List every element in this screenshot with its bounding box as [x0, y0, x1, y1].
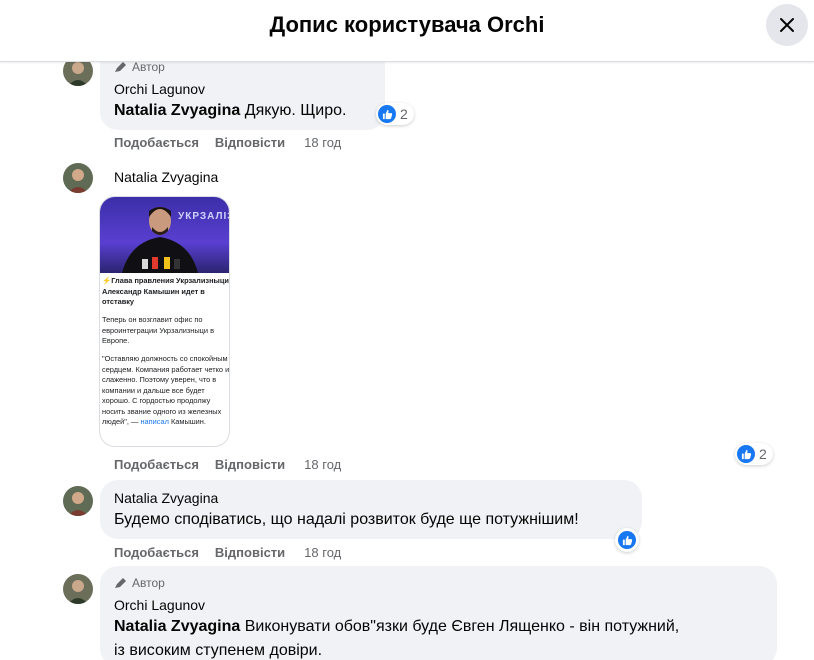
image-quote-end: Камышин.	[168, 417, 206, 426]
comment-body-line1: Виконувати обов"язки буде Євген Лященко …	[240, 618, 680, 635]
image-link: написал	[140, 417, 169, 426]
image-quote: "Оставляю должность со спокойным сердцем…	[102, 354, 230, 426]
comments-feed[interactable]: Автор Orchi Lagunov Natalia Zvyagina Дяк…	[0, 62, 814, 660]
comment-actions: Подобається Відповісти 18 год	[114, 457, 341, 472]
close-button[interactable]	[766, 4, 808, 46]
photo: УКРЗАЛІЗНИЦ	[100, 197, 229, 273]
comment-body: Дякую. Щиро.	[240, 102, 347, 119]
avatar[interactable]	[63, 62, 93, 86]
author-badge-label: Автор	[132, 62, 165, 74]
reaction-icon[interactable]	[615, 528, 639, 552]
comment-text: Будемо сподіватись, що надалі розвиток б…	[114, 511, 579, 528]
comment-author-name[interactable]: Orchi Lagunov	[114, 597, 205, 613]
thumbs-up-icon	[618, 531, 636, 549]
comment-text: Natalia Zvyagina Дякую. Щиро.	[114, 99, 346, 123]
like-button[interactable]: Подобається	[114, 135, 199, 150]
like-button[interactable]: Подобається	[114, 457, 199, 472]
author-badge: Автор	[114, 62, 165, 74]
comment-author-name[interactable]: Natalia Zvyagina	[114, 490, 218, 506]
avatar[interactable]	[63, 486, 93, 516]
author-badge: Автор	[114, 576, 165, 590]
mention-link[interactable]: Natalia Zvyagina	[114, 618, 240, 635]
speaker-figure	[122, 207, 198, 273]
like-button[interactable]: Подобається	[114, 545, 199, 560]
thumbs-up-icon	[737, 445, 755, 463]
avatar[interactable]	[63, 163, 93, 193]
comment-timestamp[interactable]: 18 год	[304, 457, 341, 472]
reply-button[interactable]: Відповісти	[215, 545, 285, 560]
reaction-count[interactable]: 2	[376, 103, 414, 125]
reaction-count[interactable]: 2	[735, 443, 773, 465]
mention-link[interactable]: Natalia Zvyagina	[114, 102, 240, 119]
pencil-icon	[115, 62, 126, 72]
author-badge-label: Автор	[132, 576, 165, 590]
image-headline: ⚡Глава правления Укрзализныци Александр …	[102, 276, 229, 306]
comment-text: Natalia Zvyagina Виконувати обов"язки бу…	[114, 615, 679, 639]
comment-actions: Подобається Відповісти 18 год	[114, 135, 341, 150]
close-icon	[780, 18, 794, 32]
image-paragraph-1: Теперь он возглавит офис по евроинтеграц…	[102, 315, 215, 345]
dialog-header: Допис користувача Orchi	[0, 0, 814, 62]
comment-author-name[interactable]: Orchi Lagunov	[114, 81, 205, 97]
reaction-count-value: 2	[400, 106, 408, 122]
pencil-icon	[115, 578, 126, 588]
comment-timestamp[interactable]: 18 год	[304, 135, 341, 150]
avatar[interactable]	[63, 574, 93, 604]
comment-author-name[interactable]: Natalia Zvyagina	[114, 169, 218, 185]
comment-timestamp[interactable]: 18 год	[304, 545, 341, 560]
dialog-title: Допис користувача Orchi	[269, 12, 545, 37]
comment-body-line2: із високим ступенем довіри.	[114, 642, 323, 659]
image-paragraph-2: "Оставляю должность со спокойным сердцем…	[102, 354, 230, 428]
comment-image[interactable]: УКРЗАЛІЗНИЦ ⚡Глава правления Укрзализныц…	[99, 196, 230, 447]
comment-actions: Подобається Відповісти 18 год	[114, 545, 341, 560]
reaction-count-value: 2	[759, 446, 767, 462]
reply-button[interactable]: Відповісти	[215, 135, 285, 150]
thumbs-up-icon	[378, 105, 396, 123]
reply-button[interactable]: Відповісти	[215, 457, 285, 472]
